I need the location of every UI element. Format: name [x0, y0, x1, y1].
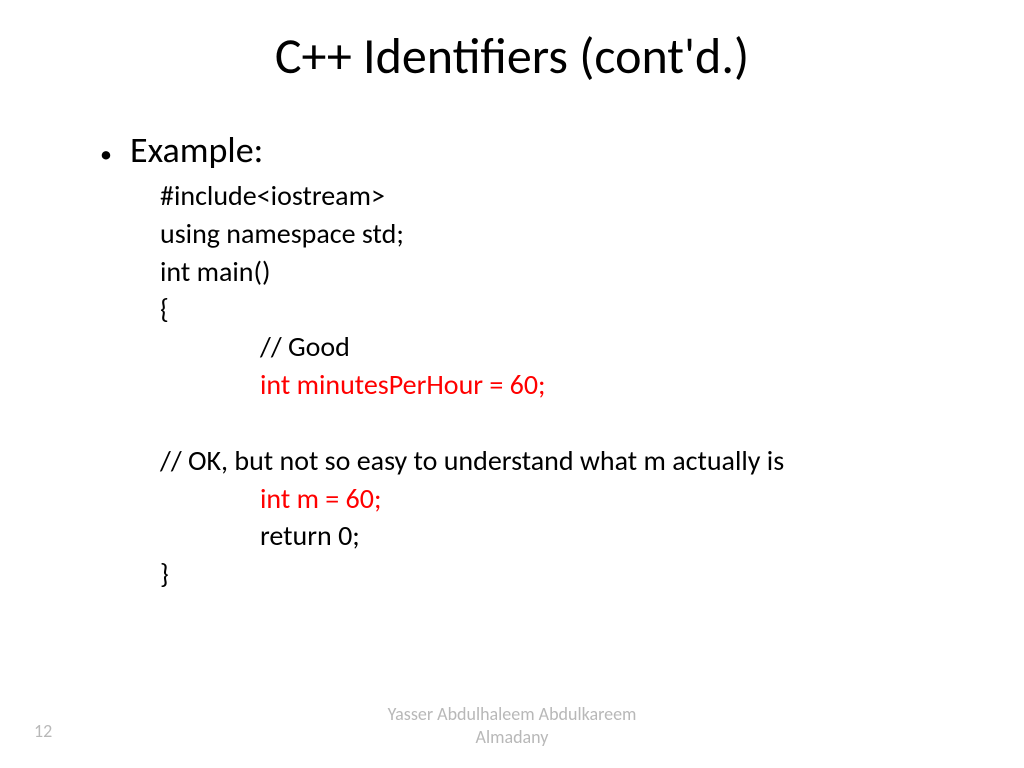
bullet-item: • Example: — [100, 128, 950, 173]
blank-line — [100, 404, 950, 442]
author-line-2: Almadany — [0, 726, 1024, 749]
code-block: #include<iostream> using namespace std; … — [100, 177, 950, 593]
code-line: #include<iostream> — [100, 177, 950, 215]
code-line: } — [100, 555, 950, 593]
code-line: using namespace std; — [100, 215, 950, 253]
footer-author: Yasser Abdulhaleem Abdulkareem Almadany — [0, 703, 1024, 748]
author-line-1: Yasser Abdulhaleem Abdulkareem — [0, 703, 1024, 726]
code-line-highlight: int m = 60; — [100, 480, 950, 518]
slide-title: C++ Identifiers (cont'd.) — [0, 26, 1024, 87]
code-line: return 0; — [100, 517, 950, 555]
slide-body: • Example: #include<iostream> using name… — [100, 128, 950, 593]
slide: C++ Identifiers (cont'd.) • Example: #in… — [0, 0, 1024, 768]
code-line: int main() — [100, 253, 950, 291]
code-line-highlight: int minutesPerHour = 60; — [100, 366, 950, 404]
page-number: 12 — [34, 720, 52, 742]
code-line: { — [100, 290, 950, 328]
bullet-label: Example: — [130, 128, 263, 172]
code-comment: // Good — [100, 328, 950, 366]
bullet-dot-icon: • — [100, 133, 130, 173]
code-comment: // OK, but not so easy to understand wha… — [100, 442, 950, 480]
